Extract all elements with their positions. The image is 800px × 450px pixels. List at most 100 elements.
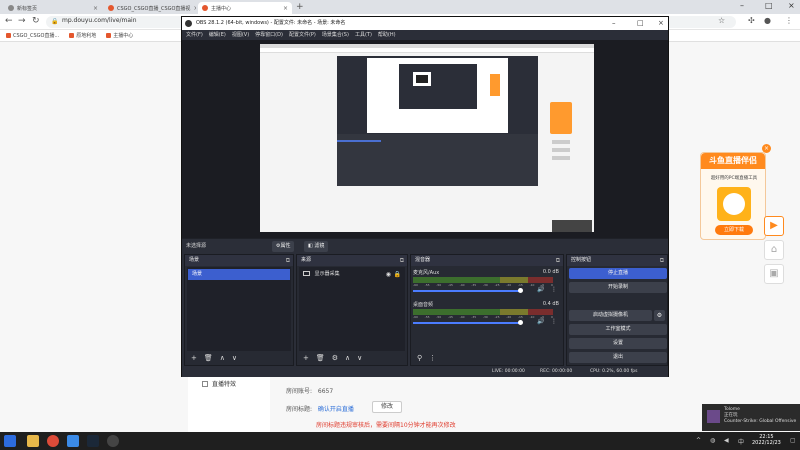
back-icon[interactable]: ← [5,16,13,26]
browser-tab-csgo[interactable]: CSGO_CSGO直播_CSGO直播视 × [104,2,196,14]
properties-button[interactable]: ⚙属性 [272,241,295,252]
obs-icon[interactable] [107,435,119,447]
visibility-icon[interactable]: ◉ [386,269,391,280]
more-icon[interactable]: ⋮ [551,286,557,293]
minimize-icon[interactable]: – [740,1,744,10]
menu-icon[interactable]: ⋮ [785,16,793,25]
clock[interactable]: 22:15 2022/12/23 [752,434,781,446]
add-icon[interactable]: + [303,353,309,363]
more-icon[interactable]: ⋮ [429,353,436,363]
extensions-icon[interactable]: ✣ [748,16,755,25]
maximize-icon[interactable]: □ [637,17,644,30]
file-explorer-icon[interactable] [27,435,39,447]
browser-tab-anchor-center[interactable]: 主播中心 × [198,2,292,14]
meter-ticks: -60 -55 -50 -45 -40 -35 -30 -25 -20 -15 -10 -5 0 [413,315,553,319]
popout-icon[interactable]: ⧉ [286,255,290,266]
ad-close-icon[interactable]: × [762,144,771,153]
popout-icon[interactable]: ⧉ [556,255,560,266]
filters-button[interactable]: ◧ 滤镜 [304,241,329,252]
speaker-icon[interactable]: 🔊 [537,286,544,293]
gear-icon[interactable]: ⚙ [654,310,665,321]
steam-icon[interactable] [87,435,99,447]
sources-dock-title: 来源 ⧉ [297,255,407,266]
menu-file[interactable]: 文件(F) [186,30,203,40]
studio-mode-button[interactable]: 工作室模式 [569,324,667,335]
reload-icon[interactable]: ↻ [32,16,40,26]
game-icon [707,410,720,423]
start-virtual-camera-button[interactable]: 启动虚拟摄像机 [569,310,652,321]
move-up-icon[interactable]: ∧ [345,353,350,363]
browser-tab-new[interactable]: 新标签页 × [4,2,102,14]
slider-knob[interactable] [518,320,523,325]
trash-icon[interactable]: 🗑 [316,353,325,363]
notification-icon[interactable]: ▢ [790,437,796,444]
chrome-icon[interactable] [47,435,59,447]
profile-icon[interactable]: ● [764,16,771,25]
edit-title-button[interactable]: 修改 [372,401,402,413]
more-icon[interactable]: ⋮ [551,318,557,325]
play-icon[interactable]: ▶ [764,216,784,236]
obs-window: OBS 28.1.2 (64-bit, windows) - 配置文件: 未命名… [181,16,669,377]
move-up-icon[interactable]: ∧ [220,353,225,363]
bookmark-csgo[interactable]: CSGO_CSGO直播... [6,31,59,40]
lock-icon[interactable]: 🔒 [394,269,401,280]
close-icon[interactable]: × [193,5,196,12]
close-icon[interactable]: × [93,5,98,12]
bookmark-2[interactable]: 原地利地 [69,31,96,40]
menu-view[interactable]: 视图(V) [232,30,249,40]
volume-icon[interactable]: ◀ [724,437,729,444]
menu-profile[interactable]: 配置文件(P) [289,30,316,40]
volume-slider[interactable] [413,288,523,293]
menu-tools[interactable]: 工具(T) [355,30,372,40]
close-icon[interactable]: × [658,17,664,30]
network-icon[interactable]: ◍ [710,437,715,444]
app-icon[interactable]: ▣ [764,264,784,284]
notification-toast[interactable]: Tolome 正在玩 Counter-Strike: Global Offens… [702,404,800,431]
close-icon[interactable]: × [283,5,288,12]
mixer-dock-title: 混音器 ⧉ [411,255,563,266]
minimize-icon[interactable]: – [612,17,616,30]
menu-scene-collection[interactable]: 场景集合(S) [322,30,349,40]
popout-icon[interactable]: ⧉ [400,255,404,266]
meter-tick-label: -40 [459,283,465,287]
new-tab-button[interactable]: + [296,2,304,12]
download-button[interactable]: 立即下载 [715,225,753,235]
maximize-icon[interactable]: □ [765,1,773,10]
room-title-link[interactable]: 确认开启直播 [318,406,354,413]
slider-knob[interactable] [518,288,523,293]
link-icon[interactable]: ⚲ [417,353,422,363]
menu-docks[interactable]: 停靠窗口(D) [255,30,283,40]
preview-canvas[interactable] [260,44,594,232]
start-icon[interactable] [4,435,16,447]
start-recording-button[interactable]: 开始录制 [569,282,667,293]
sidebar-item-live-effects[interactable]: 直播特效 [202,379,236,388]
stop-streaming-button[interactable]: 停止直播 [569,268,667,279]
speaker-icon[interactable]: 🔊 [537,318,544,325]
source-item[interactable]: 显示器采集 ◉ 🔒 [299,269,405,280]
scenes-list: 场景 [187,267,291,351]
exit-button[interactable]: 退出 [569,352,667,363]
douyu-companion-ad[interactable]: 斗鱼直播伴侣 超好用的PC端直播工具 立即下载 [700,152,766,240]
menu-help[interactable]: 帮助(H) [378,30,396,40]
home-icon[interactable]: ⌂ [764,240,784,260]
move-down-icon[interactable]: ∨ [232,353,237,363]
volume-slider[interactable] [413,320,523,325]
app-icon[interactable] [67,435,79,447]
settings-button[interactable]: 设置 [569,338,667,349]
gear-icon[interactable]: ⚙ [332,353,338,363]
tray-chevron-icon[interactable]: ^ [696,437,701,444]
bookmark-anchor-center[interactable]: 主播中心 [106,31,133,40]
popout-icon[interactable]: ⧉ [660,255,664,266]
bookmark-star-icon[interactable]: ☆ [718,16,725,25]
close-icon[interactable]: × [788,1,795,10]
ime-icon[interactable]: 中 [738,437,744,446]
effects-icon [202,380,208,387]
forward-icon[interactable]: → [18,16,26,26]
trash-icon[interactable]: 🗑 [204,353,213,363]
preview-area[interactable] [182,40,668,238]
move-down-icon[interactable]: ∨ [357,353,362,363]
scene-item[interactable]: 场景 [188,269,290,280]
meter-tick-label: -30 [482,315,488,319]
add-icon[interactable]: + [191,353,197,363]
menu-edit[interactable]: 编辑(E) [209,30,226,40]
